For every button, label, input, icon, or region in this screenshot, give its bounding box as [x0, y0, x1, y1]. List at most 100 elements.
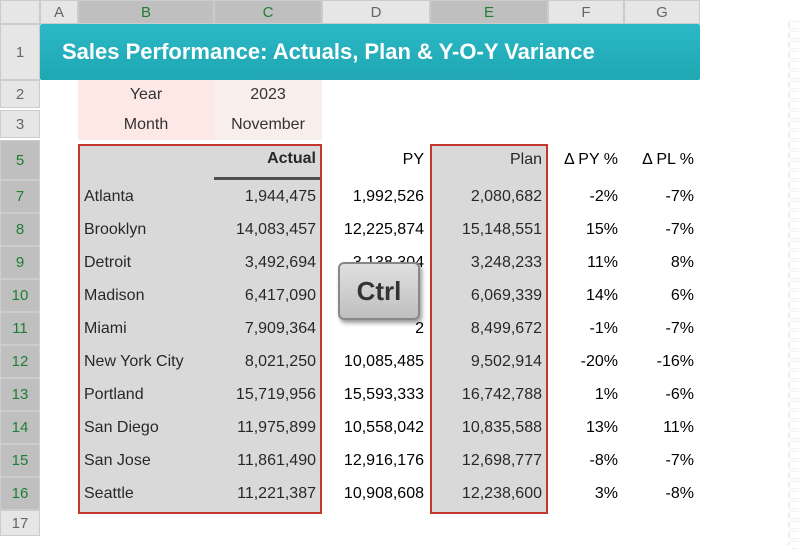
dpl-cell[interactable]: -7% — [624, 180, 700, 213]
plan-cell[interactable]: 15,148,551 — [430, 213, 548, 246]
dpl-cell[interactable]: -7% — [624, 312, 700, 345]
col-header-E[interactable]: E — [430, 0, 548, 24]
row-header-9[interactable]: 9 — [0, 246, 40, 279]
header-py[interactable]: PY — [322, 140, 430, 180]
col-header-B[interactable]: B — [78, 0, 214, 24]
dpl-cell[interactable]: -6% — [624, 378, 700, 411]
header-dpl[interactable]: Δ PL % — [624, 140, 700, 180]
cell-row17[interactable] — [214, 510, 322, 536]
row-header-2[interactable]: 2 — [0, 80, 40, 108]
row-header-3[interactable]: 3 — [0, 110, 40, 138]
col-header-D[interactable]: D — [322, 0, 430, 24]
dpy-cell[interactable]: 11% — [548, 246, 624, 279]
col-header-F[interactable]: F — [548, 0, 624, 24]
select-all-corner[interactable] — [0, 0, 40, 24]
header-dpy[interactable]: Δ PY % — [548, 140, 624, 180]
plan-cell[interactable]: 12,698,777 — [430, 444, 548, 477]
row-header-16[interactable]: 16 — [0, 477, 40, 510]
dpy-cell[interactable]: -20% — [548, 345, 624, 378]
row-header-5[interactable]: 5 — [0, 140, 40, 180]
row-header-17[interactable]: 17 — [0, 510, 40, 536]
cell-B5[interactable] — [78, 140, 214, 180]
py-cell[interactable]: 1,992,526 — [322, 180, 430, 213]
dpy-cell[interactable]: 15% — [548, 213, 624, 246]
header-actual[interactable]: Actual — [214, 140, 322, 180]
dpy-cell[interactable]: 13% — [548, 411, 624, 444]
cell-row17[interactable] — [624, 510, 700, 536]
row-header-11[interactable]: 11 — [0, 312, 40, 345]
cell-A3[interactable] — [40, 110, 78, 140]
py-cell[interactable]: 12,225,874 — [322, 213, 430, 246]
plan-cell[interactable]: 2,080,682 — [430, 180, 548, 213]
actual-cell[interactable]: 11,861,490 — [214, 444, 322, 477]
dpy-cell[interactable]: -1% — [548, 312, 624, 345]
cell-row17[interactable] — [548, 510, 624, 536]
cell-A13[interactable] — [40, 378, 78, 411]
plan-cell[interactable]: 6,069,339 — [430, 279, 548, 312]
city-cell[interactable]: Portland — [78, 378, 214, 411]
dpy-cell[interactable]: 14% — [548, 279, 624, 312]
col-header-C[interactable]: C — [214, 0, 322, 24]
plan-cell[interactable]: 12,238,600 — [430, 477, 548, 510]
dpy-cell[interactable]: 1% — [548, 378, 624, 411]
dpl-cell[interactable]: 6% — [624, 279, 700, 312]
actual-cell[interactable]: 15,719,956 — [214, 378, 322, 411]
city-cell[interactable]: Seattle — [78, 477, 214, 510]
cell-row17[interactable] — [40, 510, 78, 536]
dpl-cell[interactable]: 11% — [624, 411, 700, 444]
plan-cell[interactable]: 9,502,914 — [430, 345, 548, 378]
city-cell[interactable]: Detroit — [78, 246, 214, 279]
row-header-12[interactable]: 12 — [0, 345, 40, 378]
row-header-13[interactable]: 13 — [0, 378, 40, 411]
col-header-G[interactable]: G — [624, 0, 700, 24]
city-cell[interactable]: Atlanta — [78, 180, 214, 213]
cell-A15[interactable] — [40, 444, 78, 477]
month-value[interactable]: November — [214, 110, 322, 140]
city-cell[interactable]: Brooklyn — [78, 213, 214, 246]
row-header-8[interactable]: 8 — [0, 213, 40, 246]
dpy-cell[interactable]: -8% — [548, 444, 624, 477]
cell-A2[interactable] — [40, 80, 78, 110]
py-cell[interactable]: 10,558,042 — [322, 411, 430, 444]
plan-cell[interactable]: 16,742,788 — [430, 378, 548, 411]
cell-E2[interactable] — [430, 80, 548, 110]
cell-row17[interactable] — [430, 510, 548, 536]
cell-A11[interactable] — [40, 312, 78, 345]
cell-A9[interactable] — [40, 246, 78, 279]
dpl-cell[interactable]: -16% — [624, 345, 700, 378]
actual-cell[interactable]: 3,492,694 — [214, 246, 322, 279]
actual-cell[interactable]: 14,083,457 — [214, 213, 322, 246]
dpl-cell[interactable]: -8% — [624, 477, 700, 510]
cell-F2[interactable] — [548, 80, 624, 110]
header-plan[interactable]: Plan — [430, 140, 548, 180]
py-cell[interactable]: 15,593,333 — [322, 378, 430, 411]
city-cell[interactable]: San Diego — [78, 411, 214, 444]
dpy-cell[interactable]: -2% — [548, 180, 624, 213]
city-cell[interactable]: San Jose — [78, 444, 214, 477]
plan-cell[interactable]: 8,499,672 — [430, 312, 548, 345]
py-cell[interactable]: 10,908,608 — [322, 477, 430, 510]
row-header-1[interactable]: 1 — [0, 24, 40, 80]
city-cell[interactable]: Miami — [78, 312, 214, 345]
cell-row17[interactable] — [78, 510, 214, 536]
cell-A12[interactable] — [40, 345, 78, 378]
cell-F3[interactable] — [548, 110, 624, 140]
dpl-cell[interactable]: 8% — [624, 246, 700, 279]
actual-cell[interactable]: 7,909,364 — [214, 312, 322, 345]
city-cell[interactable]: Madison — [78, 279, 214, 312]
row-header-15[interactable]: 15 — [0, 444, 40, 477]
cell-A5[interactable] — [40, 140, 78, 180]
cell-G3[interactable] — [624, 110, 700, 140]
year-value[interactable]: 2023 — [214, 80, 322, 110]
col-header-A[interactable]: A — [40, 0, 78, 24]
cell-A14[interactable] — [40, 411, 78, 444]
dpy-cell[interactable]: 3% — [548, 477, 624, 510]
actual-cell[interactable]: 6,417,090 — [214, 279, 322, 312]
actual-cell[interactable]: 11,221,387 — [214, 477, 322, 510]
cell-A16[interactable] — [40, 477, 78, 510]
cell-A10[interactable] — [40, 279, 78, 312]
actual-cell[interactable]: 8,021,250 — [214, 345, 322, 378]
py-cell[interactable]: 12,916,176 — [322, 444, 430, 477]
plan-cell[interactable]: 10,835,588 — [430, 411, 548, 444]
cell-row17[interactable] — [322, 510, 430, 536]
